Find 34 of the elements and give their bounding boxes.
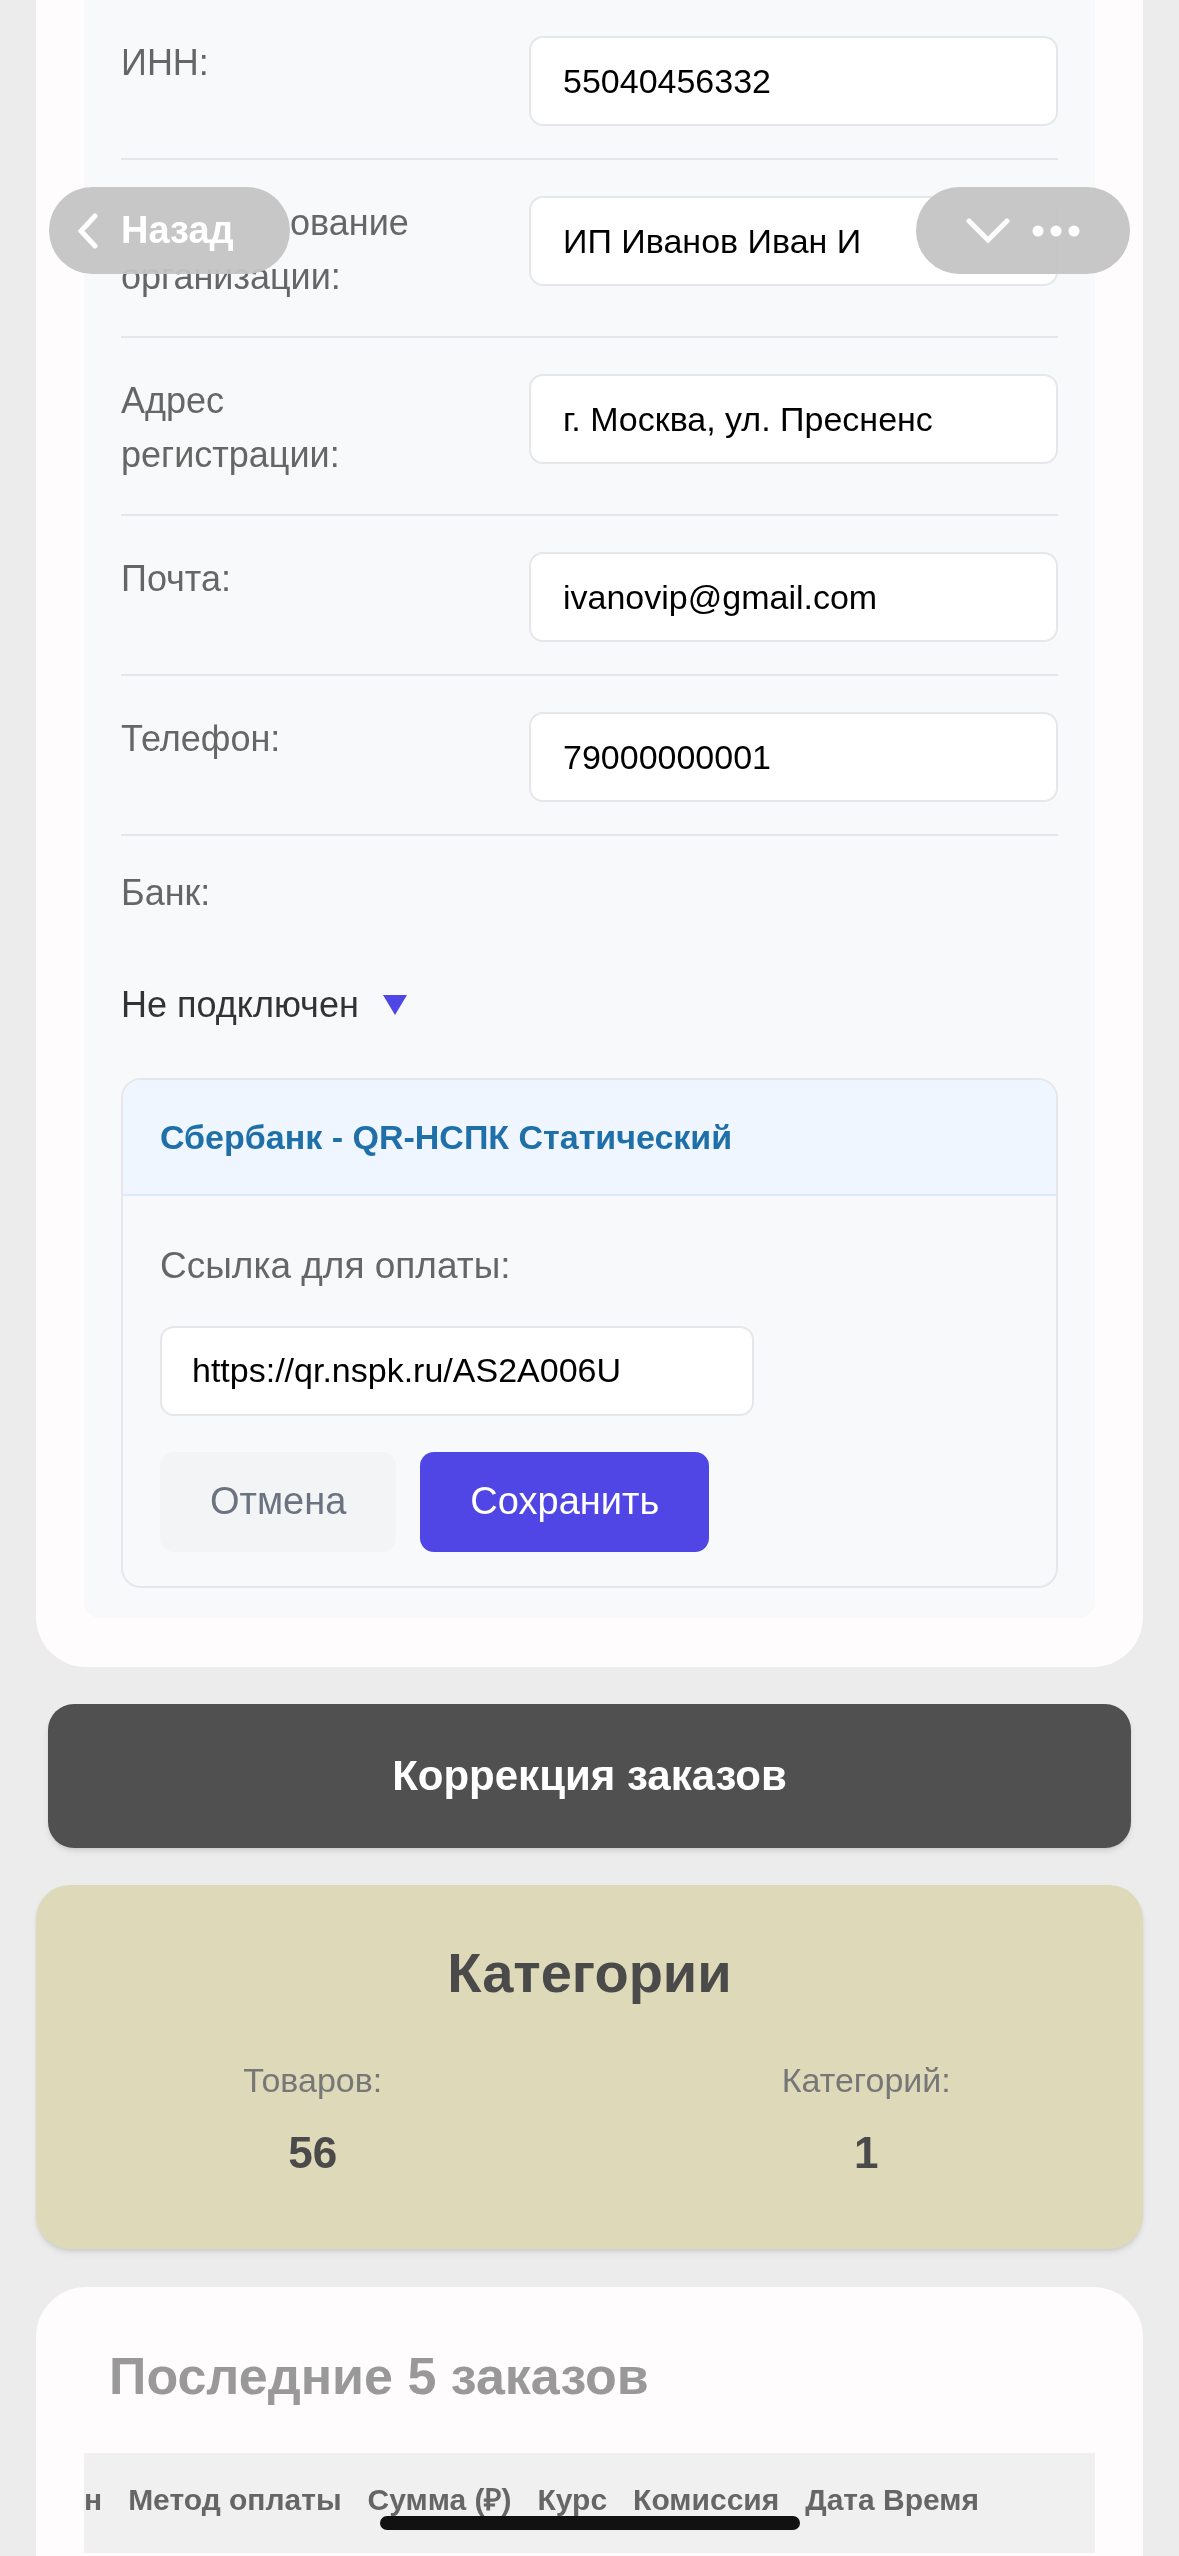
chevron-down-icon[interactable] <box>966 217 1010 244</box>
column-header: Курс <box>537 2481 608 2518</box>
field-label: регистрации: <box>121 433 340 477</box>
column-header: Дата Время <box>805 2481 980 2518</box>
bank-title: Сбербанк - QR-НСПК Статический <box>160 1116 733 1158</box>
field-label: ИНН: <box>121 41 209 85</box>
link-input-field[interactable]: https://qr.nspk.ru/AS2A006U <box>160 1325 754 1416</box>
field-label: Почта: <box>121 557 231 601</box>
more-icon[interactable] <box>1032 224 1080 237</box>
column-header: н <box>84 2481 103 2518</box>
dropdown-triangle-icon[interactable] <box>382 995 407 1015</box>
bank-status[interactable]: Не подключен <box>121 978 359 1032</box>
field-label: ование <box>290 201 409 245</box>
field-label: Телефон: <box>121 717 281 761</box>
link-label: Ссылка для оплаты: <box>160 1244 512 1288</box>
column-header: Метод оплаты <box>128 2481 342 2518</box>
column-header: Комиссия <box>633 2481 780 2518</box>
orders-title: Последние 5 заказов <box>108 2345 650 2407</box>
categories-title: Категории <box>446 1939 733 2006</box>
input-field[interactable]: ivanovip@gmail.com <box>529 552 1058 642</box>
input-field[interactable]: 55040456332 <box>529 36 1058 126</box>
bank-label: Банк: <box>121 871 212 915</box>
cancel-button[interactable]: Отмена <box>160 1451 397 1552</box>
chevron-left-icon <box>77 212 99 249</box>
stat-label: Товаров: <box>243 2059 383 2101</box>
correction-button[interactable]: Коррекция заказов <box>48 1703 1131 1848</box>
save-button[interactable]: Сохранить <box>420 1451 710 1552</box>
column-header: Сумма (₽) <box>367 2481 512 2518</box>
stat-label: Категорий: <box>781 2059 951 2101</box>
input-field[interactable]: 79000000001 <box>529 712 1058 802</box>
field-label: Адрес <box>121 379 225 423</box>
input-field[interactable]: г. Москва, ул. Пресненс <box>529 374 1058 464</box>
stat-value: 1 <box>854 2126 879 2179</box>
stat-value: 56 <box>288 2126 338 2179</box>
